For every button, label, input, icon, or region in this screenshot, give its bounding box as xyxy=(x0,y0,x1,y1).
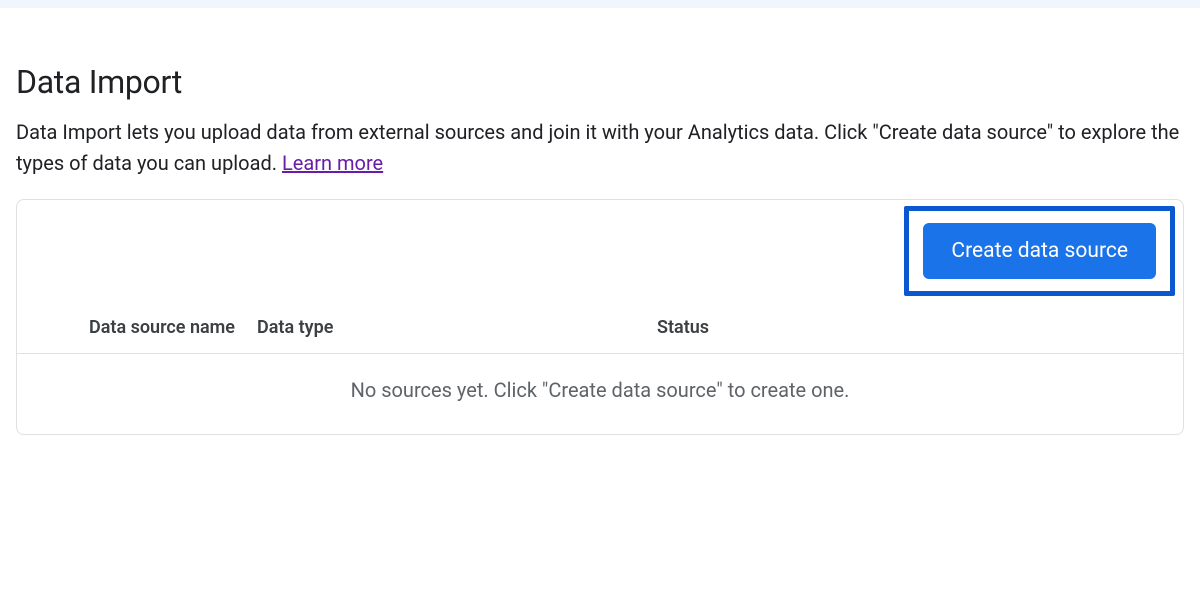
create-data-source-button[interactable]: Create data source xyxy=(923,223,1156,279)
empty-state-message: No sources yet. Click "Create data sourc… xyxy=(17,354,1183,434)
data-import-card: Create data source Data source name Data… xyxy=(16,199,1184,435)
learn-more-link[interactable]: Learn more xyxy=(282,151,383,175)
top-strip xyxy=(0,0,1200,8)
column-header-type: Data type xyxy=(257,317,457,338)
table-header-row: Data source name Data type Status xyxy=(17,302,1183,354)
column-header-name: Data source name xyxy=(37,316,257,339)
description-text: Data Import lets you upload data from ex… xyxy=(16,120,1179,175)
column-header-status: Status xyxy=(457,317,1163,338)
highlight-box: Create data source xyxy=(904,206,1175,296)
main-container: Data Import Data Import lets you upload … xyxy=(0,8,1200,451)
card-header: Create data source xyxy=(17,200,1183,302)
page-title: Data Import xyxy=(16,63,1184,101)
page-description: Data Import lets you upload data from ex… xyxy=(16,117,1184,179)
